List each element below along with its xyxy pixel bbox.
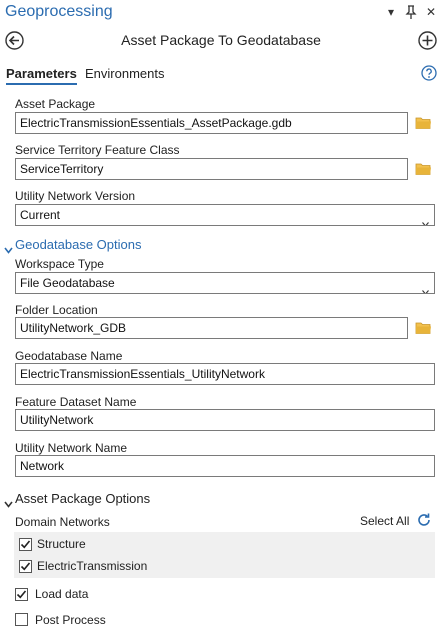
tool-title: Asset Package To Geodatabase bbox=[121, 32, 321, 48]
chevron-down-icon bbox=[4, 242, 13, 254]
electrictransmission-checkbox[interactable] bbox=[19, 560, 32, 573]
chevron-down-icon bbox=[422, 213, 429, 225]
close-icon[interactable]: ✕ bbox=[424, 4, 438, 20]
tool-tabs: Parameters Environments bbox=[0, 64, 442, 86]
list-item-label: Structure bbox=[37, 537, 86, 551]
chevron-down-icon bbox=[4, 496, 13, 508]
workspace-type-label: Workspace Type bbox=[15, 257, 104, 271]
workspace-type-select[interactable]: File Geodatabase bbox=[15, 272, 435, 294]
tool-header: Asset Package To Geodatabase bbox=[0, 28, 442, 54]
structure-checkbox[interactable] bbox=[19, 538, 32, 551]
feature-dataset-input[interactable]: UtilityNetwork bbox=[15, 409, 435, 431]
load-data-label: Load data bbox=[35, 587, 89, 601]
pane-menu-icon[interactable]: ▾ bbox=[384, 4, 398, 20]
un-name-label: Utility Network Name bbox=[15, 441, 128, 455]
un-version-label: Utility Network Version bbox=[15, 189, 136, 203]
asset-package-label: Asset Package bbox=[15, 97, 96, 111]
domain-networks-label: Domain Networks bbox=[15, 515, 110, 529]
asset-package-options-header[interactable]: Asset Package Options bbox=[4, 491, 151, 508]
refresh-icon[interactable] bbox=[416, 512, 432, 528]
tab-environments[interactable]: Environments bbox=[85, 66, 164, 81]
post-process-label: Post Process bbox=[35, 613, 106, 626]
gdb-name-label: Geodatabase Name bbox=[15, 349, 123, 363]
gdb-name-input[interactable]: ElectricTransmissionEssentials_UtilityNe… bbox=[15, 363, 435, 385]
chevron-down-icon bbox=[422, 281, 429, 293]
workspace-type-value: File Geodatabase bbox=[20, 276, 115, 290]
service-territory-input[interactable]: ServiceTerritory bbox=[15, 158, 408, 180]
domain-networks-list: Structure ElectricTransmission bbox=[14, 532, 435, 578]
asset-package-options-title: Asset Package Options bbox=[15, 491, 151, 506]
help-icon[interactable] bbox=[421, 65, 437, 81]
add-icon[interactable] bbox=[418, 31, 437, 50]
folder-location-label: Folder Location bbox=[15, 303, 98, 317]
un-version-value: Current bbox=[20, 208, 61, 222]
service-territory-label: Service Territory Feature Class bbox=[15, 143, 180, 157]
pin-icon[interactable] bbox=[404, 4, 418, 20]
folder-icon[interactable] bbox=[415, 162, 432, 176]
select-all-button[interactable]: Select All bbox=[360, 514, 409, 528]
pane-title: Geoprocessing bbox=[5, 3, 113, 20]
tab-parameters[interactable]: Parameters bbox=[6, 66, 77, 85]
pane-titlebar: Geoprocessing ▾ ✕ bbox=[0, 0, 442, 26]
folder-location-input[interactable]: UtilityNetwork_GDB bbox=[15, 317, 408, 339]
list-item-label: ElectricTransmission bbox=[37, 559, 148, 573]
load-data-checkbox[interactable] bbox=[15, 588, 28, 601]
post-process-checkbox[interactable] bbox=[15, 613, 28, 626]
folder-icon[interactable] bbox=[415, 116, 432, 130]
folder-icon[interactable] bbox=[415, 321, 432, 335]
geodatabase-options-title: Geodatabase Options bbox=[15, 237, 142, 252]
un-name-input[interactable]: Network bbox=[15, 455, 435, 477]
feature-dataset-label: Feature Dataset Name bbox=[15, 395, 137, 409]
asset-package-input[interactable]: ElectricTransmissionEssentials_AssetPack… bbox=[15, 112, 408, 134]
un-version-select[interactable]: Current bbox=[15, 204, 435, 226]
geodatabase-options-header[interactable]: Geodatabase Options bbox=[4, 237, 142, 254]
